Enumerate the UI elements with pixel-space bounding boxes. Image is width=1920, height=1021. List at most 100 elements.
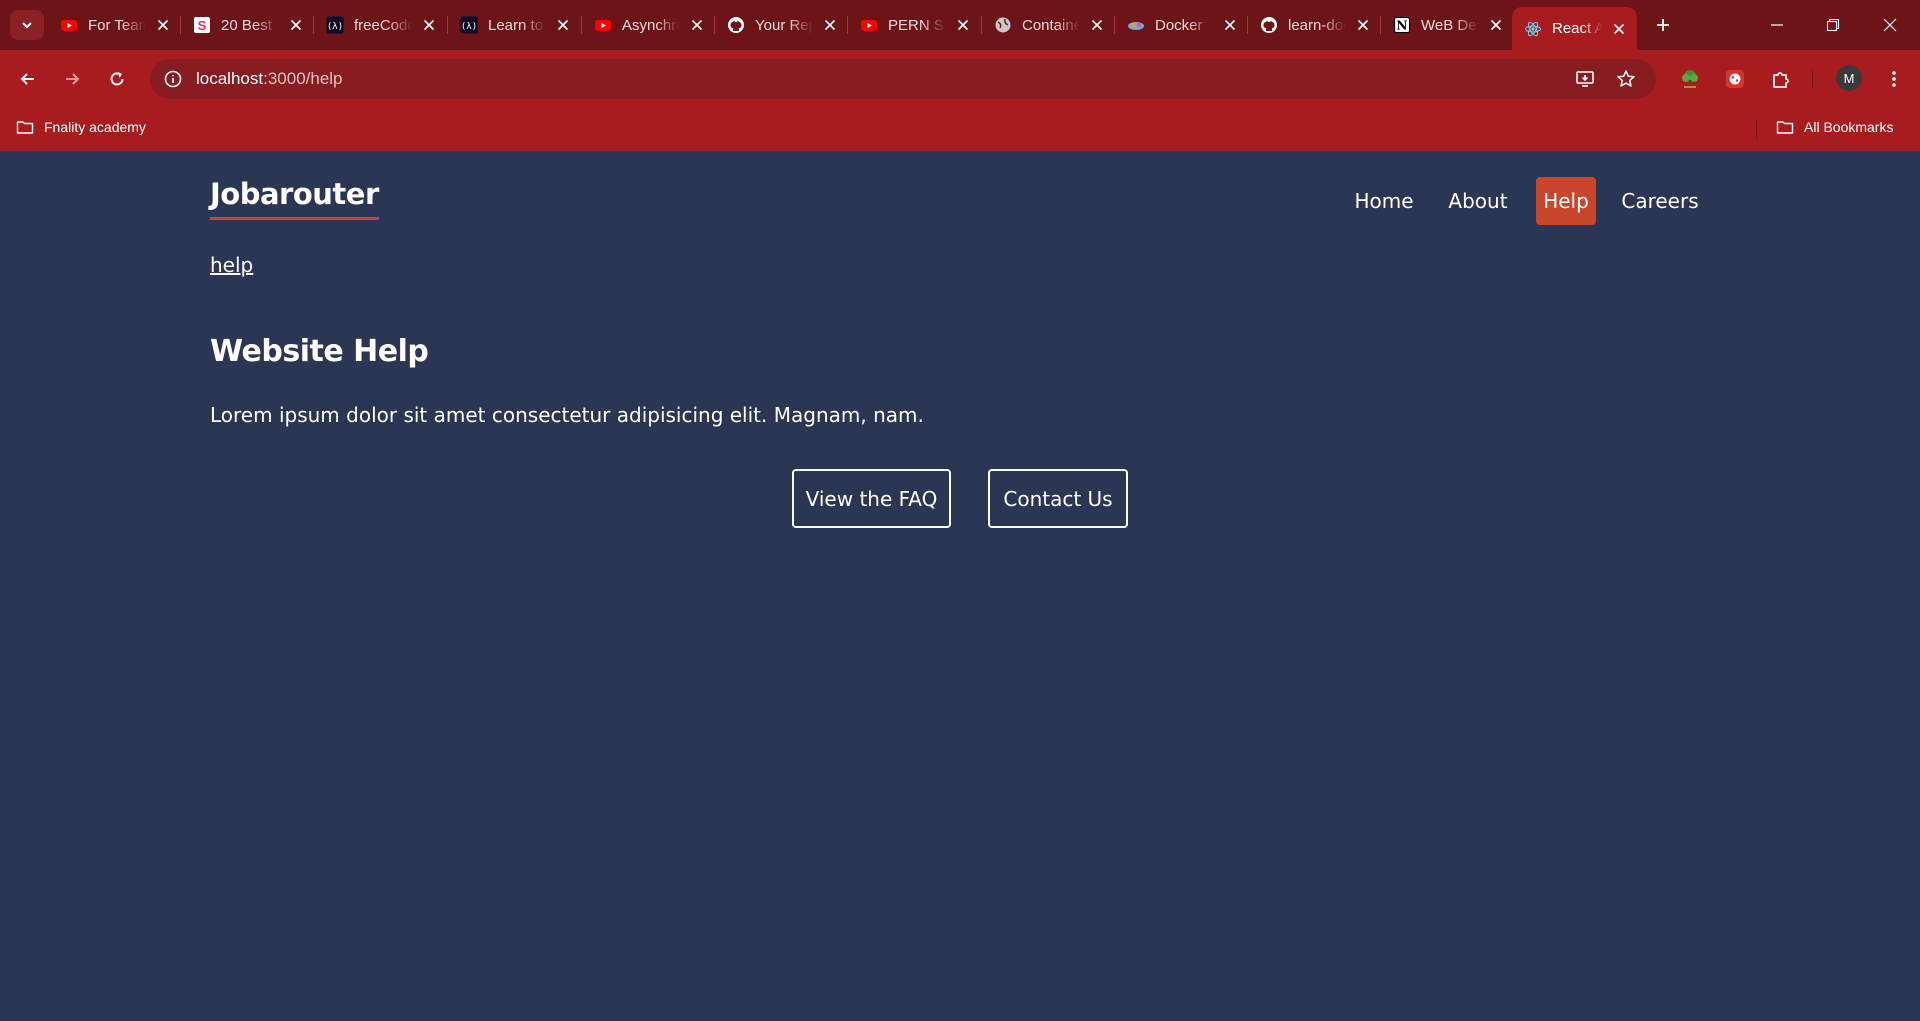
- browser-tab[interactable]: Docker: [1115, 8, 1248, 42]
- youtube-icon: [594, 16, 612, 34]
- nav-link-careers[interactable]: Careers: [1614, 177, 1706, 225]
- url-text[interactable]: localhost:3000/help: [196, 69, 343, 89]
- close-icon: [1883, 18, 1897, 32]
- reload-icon: [110, 72, 124, 86]
- view-faq-button[interactable]: View the FAQ: [792, 469, 951, 528]
- youtube-icon: [860, 16, 878, 34]
- freecodecamp-icon: (λ): [460, 16, 478, 34]
- close-tab-icon[interactable]: [288, 17, 304, 33]
- github-icon: [727, 16, 745, 34]
- browser-tab[interactable]: Containers: [982, 8, 1115, 42]
- s-brand-icon: S: [193, 16, 211, 34]
- close-tab-icon[interactable]: [155, 17, 171, 33]
- globe-icon: [994, 16, 1012, 34]
- close-tab-icon[interactable]: [689, 17, 705, 33]
- reload-button[interactable]: [103, 65, 131, 93]
- close-tab-icon[interactable]: [555, 17, 571, 33]
- close-tab-icon[interactable]: [1611, 21, 1627, 37]
- page-title: Website Help: [210, 334, 429, 369]
- tab-strip: For Teams S 20 Best (λ) freeCodeCamp (λ) Learn…: [0, 0, 1920, 50]
- close-tab-icon[interactable]: [822, 17, 838, 33]
- svg-text:(λ): (λ): [461, 22, 477, 32]
- page-content: Jobarouter Home About Help Careers help …: [0, 151, 1920, 1021]
- contact-us-button[interactable]: Contact Us: [988, 469, 1128, 528]
- tab-title: WeB Dev: [1421, 16, 1482, 34]
- docker-icon: [1127, 16, 1145, 34]
- minimize-icon: [1771, 24, 1783, 26]
- url-host: localhost: [196, 69, 264, 88]
- tab-title: learn-docker: [1288, 16, 1349, 34]
- browser-tab[interactable]: Your Repositories: [715, 8, 848, 42]
- tab-title: 20 Best: [221, 16, 272, 34]
- tab-title: For Teams: [88, 16, 149, 34]
- github-icon: [1260, 16, 1278, 34]
- browser-tab[interactable]: Asynchronous: [582, 8, 715, 42]
- notion-icon: N: [1393, 16, 1411, 34]
- browser-tab[interactable]: S 20 Best: [181, 8, 314, 42]
- address-bar[interactable]: localhost:3000/help: [150, 59, 1656, 99]
- bookmark-star-icon[interactable]: [1615, 68, 1637, 90]
- forward-button[interactable]: [58, 65, 86, 93]
- restore-icon: [1826, 18, 1840, 32]
- svg-text:N: N: [1397, 19, 1408, 33]
- bookmark-folder-fnality[interactable]: Fnality academy: [16, 118, 146, 136]
- tab-title: Docker: [1155, 16, 1203, 34]
- folder-icon: [16, 121, 34, 134]
- restore-button[interactable]: [1820, 12, 1846, 38]
- install-app-icon[interactable]: [1574, 68, 1596, 90]
- minimize-button[interactable]: [1764, 12, 1790, 38]
- browser-tab[interactable]: (λ) Learn to Code: [448, 8, 581, 42]
- arrow-right-icon: [66, 73, 80, 85]
- tab-title: freeCodeCamp: [354, 16, 415, 34]
- site-info-icon[interactable]: [162, 68, 184, 90]
- browser-tab[interactable]: N WeB Dev: [1381, 8, 1514, 42]
- bookmarks-bar: Fnality academy All Bookmarks: [0, 108, 1920, 151]
- new-tab-button[interactable]: [1650, 12, 1676, 38]
- back-button[interactable]: [14, 65, 42, 93]
- browser-tab[interactable]: For Teams: [48, 8, 181, 42]
- svg-text:(λ): (λ): [327, 22, 343, 32]
- tab-title: React App: [1552, 20, 1605, 37]
- tab-title: Asynchronous: [622, 16, 683, 34]
- browser-toolbar: localhost:3000/help M: [0, 50, 1920, 108]
- url-path: :3000/help: [263, 69, 343, 88]
- site-logo[interactable]: Jobarouter: [210, 177, 379, 220]
- tree-extension-icon[interactable]: [1676, 65, 1704, 93]
- page-description: Lorem ipsum dolor sit amet consectetur a…: [210, 403, 924, 427]
- close-tab-icon[interactable]: [1355, 17, 1371, 33]
- freecodecamp-icon: (λ): [326, 16, 344, 34]
- svg-text:S: S: [198, 18, 207, 33]
- arrow-left-icon: [20, 73, 34, 85]
- nav-link-about[interactable]: About: [1440, 177, 1516, 225]
- all-bookmarks-label: All Bookmarks: [1804, 119, 1894, 135]
- close-tab-icon[interactable]: [421, 17, 437, 33]
- youtube-icon: [60, 16, 78, 34]
- browser-tab[interactable]: (λ) freeCodeCamp: [314, 8, 447, 42]
- react-icon: [1524, 20, 1542, 38]
- tab-title: Containers: [1022, 16, 1083, 34]
- extensions-puzzle-icon[interactable]: [1767, 65, 1795, 93]
- all-bookmarks-button[interactable]: All Bookmarks: [1776, 118, 1893, 136]
- close-tab-icon[interactable]: [955, 17, 971, 33]
- breadcrumb[interactable]: help: [210, 253, 253, 277]
- browser-tab[interactable]: learn-docker: [1248, 8, 1381, 42]
- chevron-down-icon: [22, 22, 32, 29]
- nav-link-help[interactable]: Help: [1536, 177, 1596, 225]
- close-tab-icon[interactable]: [1488, 17, 1504, 33]
- bookmark-folder-label: Fnality academy: [44, 119, 146, 135]
- nav-link-home[interactable]: Home: [1344, 177, 1424, 225]
- cookie-extension-icon[interactable]: [1721, 65, 1749, 93]
- close-tab-icon[interactable]: [1222, 17, 1238, 33]
- profile-avatar[interactable]: M: [1836, 65, 1862, 91]
- menu-kebab-icon[interactable]: [1880, 65, 1908, 93]
- folder-icon: [1776, 121, 1794, 134]
- tab-search-button[interactable]: [10, 10, 44, 40]
- browser-tab[interactable]: PERN Stack: [848, 8, 981, 42]
- plus-icon: [1657, 19, 1669, 31]
- browser-tab-active[interactable]: React App: [1512, 7, 1637, 50]
- tab-title: Your Repositories: [755, 16, 816, 34]
- toolbar-divider: [1812, 69, 1813, 89]
- close-window-button[interactable]: [1877, 12, 1903, 38]
- close-tab-icon[interactable]: [1089, 17, 1105, 33]
- tab-title: Learn to Code: [488, 16, 549, 34]
